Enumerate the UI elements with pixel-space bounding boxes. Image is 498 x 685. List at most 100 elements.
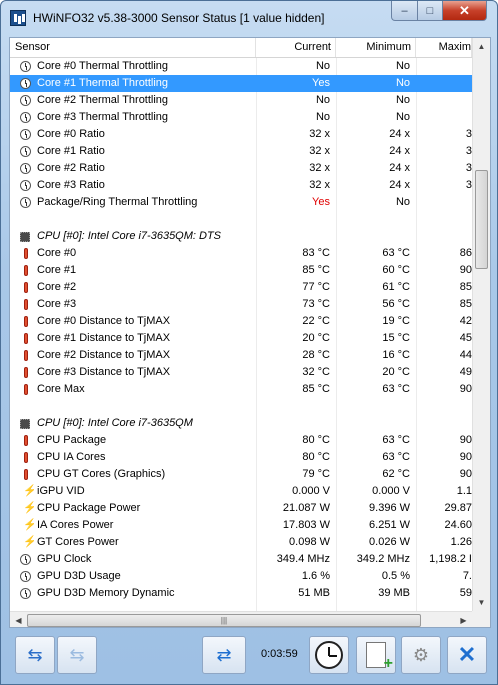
minimum-value: 63 °C — [382, 434, 410, 446]
sensor-label: CPU [#0]: Intel Core i7-3635QM — [37, 417, 193, 429]
scroll-right-button[interactable]: ▶ — [455, 612, 472, 627]
maximum-value: 3 — [465, 179, 472, 191]
scroll-up-button[interactable]: ▲ — [473, 38, 490, 55]
sensor-row[interactable]: ⚡IA Cores Power 17.803 W 6.251 W 24.60 — [10, 517, 472, 534]
minimum-value: 56 °C — [382, 298, 410, 310]
reset-clock-button[interactable] — [309, 636, 349, 674]
sensor-row[interactable]: Core #3 73 °C 56 °C 85 — [10, 296, 472, 313]
maximum-value: 1.1 — [456, 485, 472, 497]
sensor-row[interactable]: Core #3 Thermal Throttling No No — [10, 109, 472, 126]
maximum-value: 90 — [459, 434, 472, 446]
minimum-value: 6.251 W — [369, 519, 410, 531]
minimize-button[interactable]: – — [391, 1, 418, 21]
sensor-row[interactable]: Core #2 Thermal Throttling No No — [10, 92, 472, 109]
clock-icon — [20, 75, 34, 92]
minimum-value: No — [395, 111, 410, 123]
sensor-row[interactable]: Core #1 Ratio 32 x 24 x 3 — [10, 143, 472, 160]
vertical-scrollbar[interactable]: ▲ ▼ — [472, 38, 490, 611]
maximum-value: 90 — [459, 468, 472, 480]
column-sensor[interactable]: Sensor — [10, 38, 256, 57]
thermometer-icon — [20, 449, 34, 466]
minimum-value: 63 °C — [382, 451, 410, 463]
network-button[interactable]: ⇄ — [202, 636, 246, 674]
minimum-value: No — [395, 196, 410, 208]
sensor-row[interactable]: Core #0 Thermal Throttling No No — [10, 58, 472, 75]
maximum-value: 45 — [459, 332, 472, 344]
sensor-label: CPU GT Cores (Graphics) — [37, 468, 166, 480]
column-minimum[interactable]: Minimum — [336, 38, 416, 57]
maximum-value — [416, 92, 472, 109]
vertical-scroll-thumb[interactable] — [475, 170, 488, 269]
sensor-row[interactable]: Core #0 Ratio 32 x 24 x 3 — [10, 126, 472, 143]
maximum-value: 7. — [462, 570, 472, 582]
clock-icon — [20, 551, 34, 568]
column-current[interactable]: Current — [256, 38, 336, 57]
app-window: HWiNFO32 v5.38-3000 Sensor Status [1 val… — [0, 0, 498, 685]
sensor-row[interactable]: Core #1 Thermal Throttling Yes No — [10, 75, 472, 92]
sensor-label: CPU [#0]: Intel Core i7-3635QM: DTS — [37, 230, 222, 242]
sensor-label: Core #0 — [37, 247, 77, 259]
current-value: 32 x — [309, 162, 330, 174]
minimum-value: 19 °C — [382, 315, 410, 327]
sensor-row[interactable]: Core #0 Distance to TjMAX 22 °C 19 °C 42 — [10, 313, 472, 330]
minimum-value: 16 °C — [382, 349, 410, 361]
current-value: 21.087 W — [282, 502, 330, 514]
maximum-value: 42 — [459, 315, 472, 327]
close-window-button[interactable]: ✕ — [442, 1, 487, 21]
horizontal-scroll-thumb[interactable]: ||| — [27, 614, 421, 627]
maximum-value: 90 — [459, 264, 472, 276]
thermometer-icon — [24, 452, 28, 463]
sensor-row[interactable]: Core #2 Ratio 32 x 24 x 3 — [10, 160, 472, 177]
thermometer-icon — [20, 381, 34, 398]
maximum-value: 3 — [465, 128, 472, 140]
horizontal-scrollbar[interactable]: ◀ ||| ▶ — [10, 611, 472, 627]
maximize-button[interactable]: □ — [417, 1, 443, 21]
clock-icon — [20, 109, 34, 126]
maximum-value: 1.26 — [450, 536, 472, 548]
sensor-row[interactable]: Core #0 83 °C 63 °C 86 — [10, 245, 472, 262]
sensor-row[interactable]: Core #1 85 °C 60 °C 90 — [10, 262, 472, 279]
minimum-value: 61 °C — [382, 281, 410, 293]
sensor-row[interactable]: ⚡CPU Package Power 21.087 W 9.396 W 29.87 — [10, 500, 472, 517]
sensor-row[interactable]: Core #2 77 °C 61 °C 85 — [10, 279, 472, 296]
sensor-row[interactable]: ⚡iGPU VID 0.000 V 0.000 V 1.1 — [10, 483, 472, 500]
sensor-label: Core #0 Thermal Throttling — [37, 60, 169, 72]
current-value: Yes — [312, 196, 330, 208]
nav-arrows-disabled-button[interactable]: ⇆ — [57, 636, 97, 674]
clock-icon — [20, 143, 34, 160]
thermometer-icon — [24, 384, 28, 395]
sensor-row[interactable]: CPU GT Cores (Graphics) 79 °C 62 °C 90 — [10, 466, 472, 483]
clock-icon — [20, 95, 31, 106]
sensor-group-row[interactable]: CPU [#0]: Intel Core i7-3635QM — [10, 415, 472, 432]
sensor-row[interactable]: CPU IA Cores 80 °C 63 °C 90 — [10, 449, 472, 466]
current-value: 51 MB — [298, 587, 330, 599]
minimum-value: 0.5 % — [381, 570, 410, 582]
close-button[interactable]: ✕ — [447, 636, 487, 674]
current-value: 73 °C — [302, 298, 330, 310]
settings-button[interactable]: ⚙ — [401, 636, 441, 674]
thermometer-icon — [20, 364, 34, 381]
clock-icon — [20, 571, 31, 582]
nav-arrows-button[interactable]: ⇆ — [15, 636, 55, 674]
sensor-row[interactable]: GPU D3D Usage 1.6 % 0.5 % 7. — [10, 568, 472, 585]
scroll-down-button[interactable]: ▼ — [473, 594, 490, 611]
sensor-row[interactable]: CPU Package 80 °C 63 °C 90 — [10, 432, 472, 449]
sensor-row[interactable]: Core #1 Distance to TjMAX 20 °C 15 °C 45 — [10, 330, 472, 347]
sensor-row[interactable]: Core #3 Distance to TjMAX 32 °C 20 °C 49 — [10, 364, 472, 381]
sensor-label: GT Cores Power — [37, 536, 119, 548]
sensor-row[interactable]: ⚡GT Cores Power 0.098 W 0.026 W 1.26 — [10, 534, 472, 551]
sensor-label: GPU D3D Usage — [37, 570, 121, 582]
sensor-group-row[interactable]: CPU [#0]: Intel Core i7-3635QM: DTS — [10, 228, 472, 245]
title-bar[interactable]: HWiNFO32 v5.38-3000 Sensor Status [1 val… — [1, 1, 497, 37]
column-maximum[interactable]: Maxim — [416, 38, 472, 57]
sensor-row[interactable]: GPU Clock 349.4 MHz 349.2 MHz 1,198.2 I — [10, 551, 472, 568]
thermometer-icon — [20, 262, 34, 279]
logging-button[interactable] — [356, 636, 396, 674]
sensor-row[interactable]: Core Max 85 °C 63 °C 90 — [10, 381, 472, 398]
sensor-row[interactable]: GPU D3D Memory Dynamic 51 MB 39 MB 59 — [10, 585, 472, 602]
scroll-left-button[interactable]: ◀ — [10, 612, 27, 627]
thermometer-icon — [20, 466, 34, 483]
sensor-row[interactable]: Core #2 Distance to TjMAX 28 °C 16 °C 44 — [10, 347, 472, 364]
sensor-row[interactable]: Core #3 Ratio 32 x 24 x 3 — [10, 177, 472, 194]
sensor-row[interactable]: Package/Ring Thermal Throttling Yes No — [10, 194, 472, 211]
